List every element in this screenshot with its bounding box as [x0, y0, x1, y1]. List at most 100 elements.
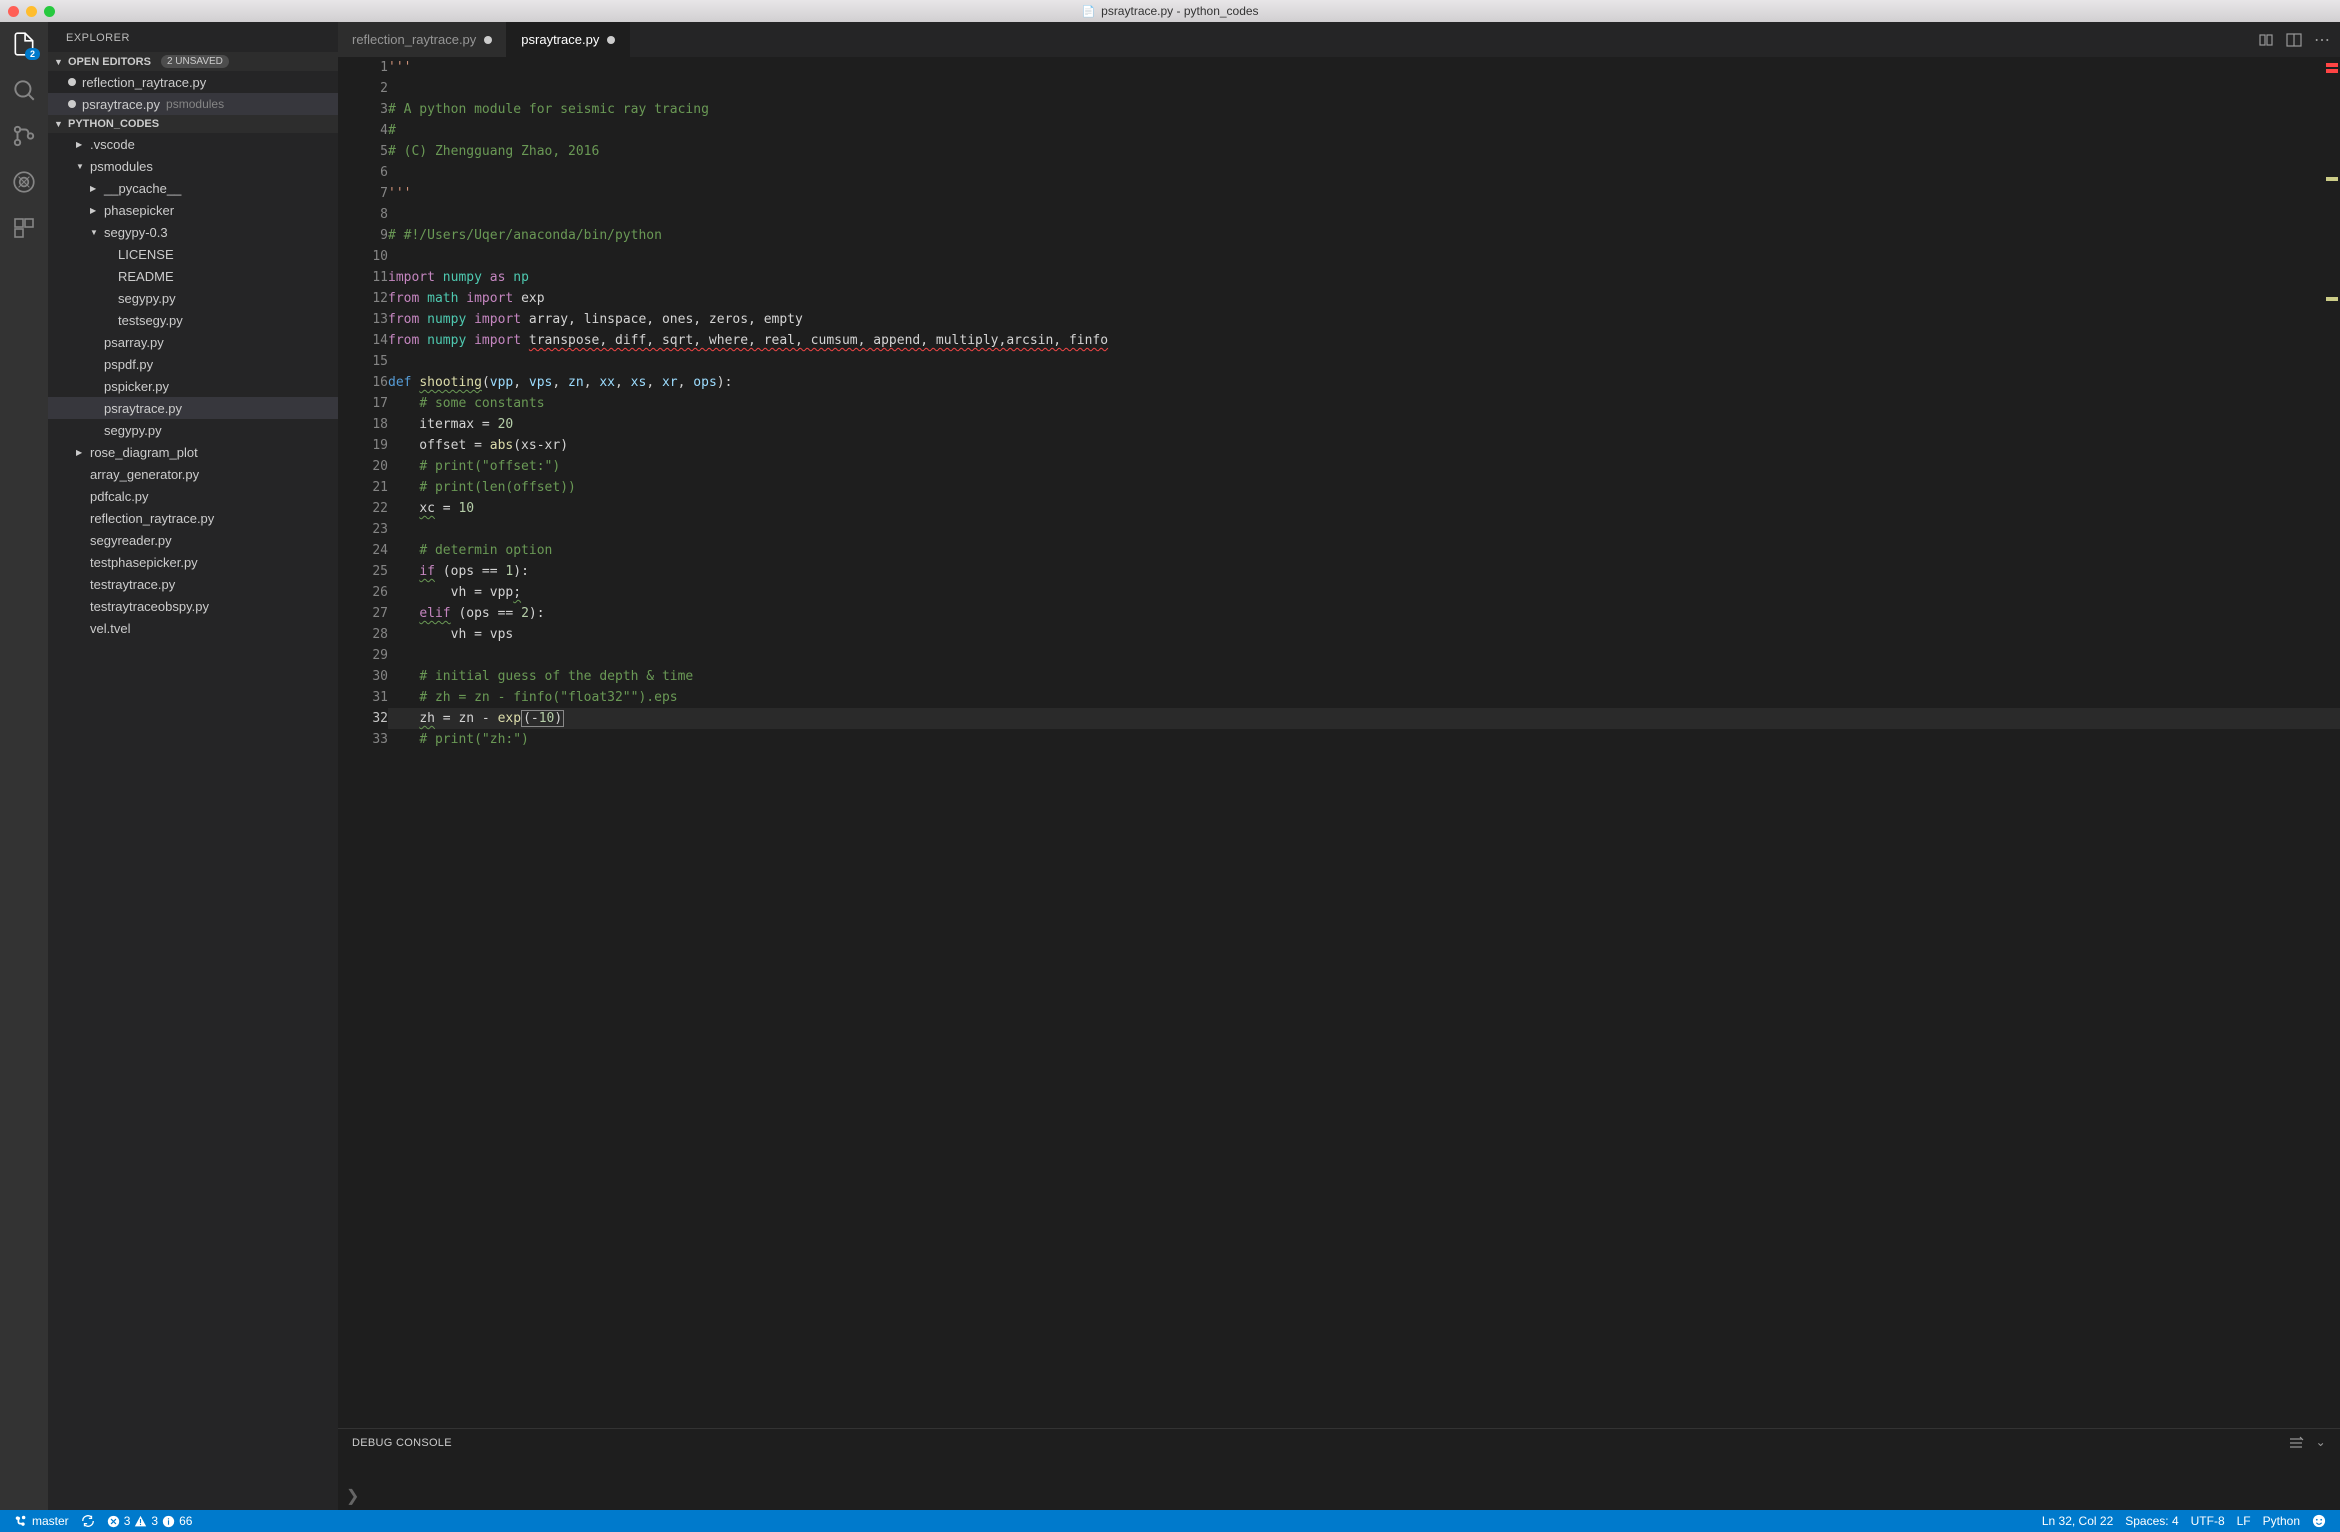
- cursor-position[interactable]: Ln 32, Col 22: [2036, 1514, 2119, 1528]
- file-tree-item[interactable]: ▶phasepicker: [48, 199, 338, 221]
- more-actions-icon[interactable]: ⋯: [2314, 30, 2330, 50]
- code-line[interactable]: vh = vpp;: [388, 582, 2340, 603]
- line-number[interactable]: 4: [338, 120, 388, 141]
- line-number[interactable]: 33: [338, 729, 388, 750]
- line-number[interactable]: 26: [338, 582, 388, 603]
- code-line[interactable]: vh = vps: [388, 624, 2340, 645]
- code-line[interactable]: [388, 162, 2340, 183]
- code-line[interactable]: # (C) Zhengguang Zhao, 2016: [388, 141, 2340, 162]
- line-number[interactable]: 13: [338, 309, 388, 330]
- file-tree-item[interactable]: pdfcalc.py: [48, 485, 338, 507]
- maximize-window-icon[interactable]: [44, 6, 55, 17]
- code-line[interactable]: ''': [388, 183, 2340, 204]
- file-tree-item[interactable]: pspicker.py: [48, 375, 338, 397]
- file-tree-item[interactable]: psarray.py: [48, 331, 338, 353]
- code-line[interactable]: # zh = zn - finfo("float32"").eps: [388, 687, 2340, 708]
- file-tree-item[interactable]: pspdf.py: [48, 353, 338, 375]
- line-number[interactable]: 22: [338, 498, 388, 519]
- editor[interactable]: 1'''23# A python module for seismic ray …: [338, 57, 2340, 1428]
- code-line[interactable]: # some constants: [388, 393, 2340, 414]
- line-number[interactable]: 29: [338, 645, 388, 666]
- code-line[interactable]: [388, 246, 2340, 267]
- file-tree-item[interactable]: segypy.py: [48, 287, 338, 309]
- clear-console-icon[interactable]: [2288, 1435, 2304, 1451]
- file-tree-item[interactable]: README: [48, 265, 338, 287]
- file-tree-item[interactable]: ▶rose_diagram_plot: [48, 441, 338, 463]
- file-tree-item[interactable]: reflection_raytrace.py: [48, 507, 338, 529]
- git-sync-icon[interactable]: [75, 1514, 101, 1528]
- code-line[interactable]: [388, 78, 2340, 99]
- source-control-icon[interactable]: [10, 122, 38, 150]
- line-number[interactable]: 20: [338, 456, 388, 477]
- code-line[interactable]: # print("zh:"): [388, 729, 2340, 750]
- line-number[interactable]: 17: [338, 393, 388, 414]
- code-line[interactable]: if (ops == 1):: [388, 561, 2340, 582]
- debug-icon[interactable]: [10, 168, 38, 196]
- encoding-status[interactable]: UTF-8: [2185, 1514, 2231, 1528]
- workspace-header[interactable]: ▼ PYTHON_CODES: [48, 115, 338, 133]
- line-number[interactable]: 6: [338, 162, 388, 183]
- line-number[interactable]: 28: [338, 624, 388, 645]
- line-number[interactable]: 24: [338, 540, 388, 561]
- code-line[interactable]: [388, 645, 2340, 666]
- file-tree-item[interactable]: testraytrace.py: [48, 573, 338, 595]
- panel-tab-debug-console[interactable]: DEBUG CONSOLE: [352, 1437, 452, 1449]
- eol-status[interactable]: LF: [2231, 1514, 2257, 1528]
- code-line[interactable]: offset = abs(xs-xr): [388, 435, 2340, 456]
- code-line[interactable]: #: [388, 120, 2340, 141]
- code-line[interactable]: # A python module for seismic ray tracin…: [388, 99, 2340, 120]
- code-line[interactable]: # #!/Users/Uqer/anaconda/bin/python: [388, 225, 2340, 246]
- open-editors-header[interactable]: ▼ OPEN EDITORS 2 UNSAVED: [48, 52, 338, 71]
- file-tree-item[interactable]: testphasepicker.py: [48, 551, 338, 573]
- split-editor-icon[interactable]: [2286, 32, 2302, 48]
- line-number[interactable]: 32: [338, 708, 388, 729]
- code-line[interactable]: xc = 10: [388, 498, 2340, 519]
- line-number[interactable]: 14: [338, 330, 388, 351]
- code-line[interactable]: import numpy as np: [388, 267, 2340, 288]
- line-number[interactable]: 15: [338, 351, 388, 372]
- file-tree-item[interactable]: testraytraceobspy.py: [48, 595, 338, 617]
- line-number[interactable]: 21: [338, 477, 388, 498]
- line-number[interactable]: 2: [338, 78, 388, 99]
- line-number[interactable]: 23: [338, 519, 388, 540]
- line-number[interactable]: 16: [338, 372, 388, 393]
- file-tree-item[interactable]: segyreader.py: [48, 529, 338, 551]
- problems-status[interactable]: 3 3 66: [101, 1514, 199, 1528]
- file-tree-item[interactable]: ▶__pycache__: [48, 177, 338, 199]
- code-line[interactable]: [388, 519, 2340, 540]
- file-tree-item[interactable]: ▶.vscode: [48, 133, 338, 155]
- file-tree-item[interactable]: array_generator.py: [48, 463, 338, 485]
- code-line[interactable]: # print("offset:"): [388, 456, 2340, 477]
- code-line[interactable]: [388, 204, 2340, 225]
- feedback-icon[interactable]: [2306, 1514, 2332, 1528]
- editor-tab[interactable]: psraytrace.py: [507, 22, 630, 57]
- code-line[interactable]: # initial guess of the depth & time: [388, 666, 2340, 687]
- file-tree-item[interactable]: LICENSE: [48, 243, 338, 265]
- language-mode[interactable]: Python: [2257, 1514, 2306, 1528]
- compare-changes-icon[interactable]: [2258, 32, 2274, 48]
- line-number[interactable]: 10: [338, 246, 388, 267]
- overview-ruler[interactable]: [2322, 57, 2340, 1428]
- file-tree-item[interactable]: testsegy.py: [48, 309, 338, 331]
- line-number[interactable]: 7: [338, 183, 388, 204]
- console-prompt-icon[interactable]: ❯: [346, 1486, 359, 1506]
- code-line[interactable]: # determin option: [388, 540, 2340, 561]
- code-line[interactable]: ''': [388, 57, 2340, 78]
- open-editor-item[interactable]: reflection_raytrace.py: [48, 71, 338, 93]
- file-tree-item[interactable]: vel.tvel: [48, 617, 338, 639]
- line-number[interactable]: 27: [338, 603, 388, 624]
- search-icon[interactable]: [10, 76, 38, 104]
- open-editor-item[interactable]: psraytrace.pypsmodules: [48, 93, 338, 115]
- line-number[interactable]: 5: [338, 141, 388, 162]
- line-number[interactable]: 19: [338, 435, 388, 456]
- code-line[interactable]: from numpy import array, linspace, ones,…: [388, 309, 2340, 330]
- line-number[interactable]: 12: [338, 288, 388, 309]
- extensions-icon[interactable]: [10, 214, 38, 242]
- code-line[interactable]: # print(len(offset)): [388, 477, 2340, 498]
- file-tree-item[interactable]: segypy.py: [48, 419, 338, 441]
- code-line[interactable]: from numpy import transpose, diff, sqrt,…: [388, 330, 2340, 351]
- close-window-icon[interactable]: [8, 6, 19, 17]
- editor-tab[interactable]: reflection_raytrace.py: [338, 22, 507, 57]
- code-line[interactable]: itermax = 20: [388, 414, 2340, 435]
- line-number[interactable]: 3: [338, 99, 388, 120]
